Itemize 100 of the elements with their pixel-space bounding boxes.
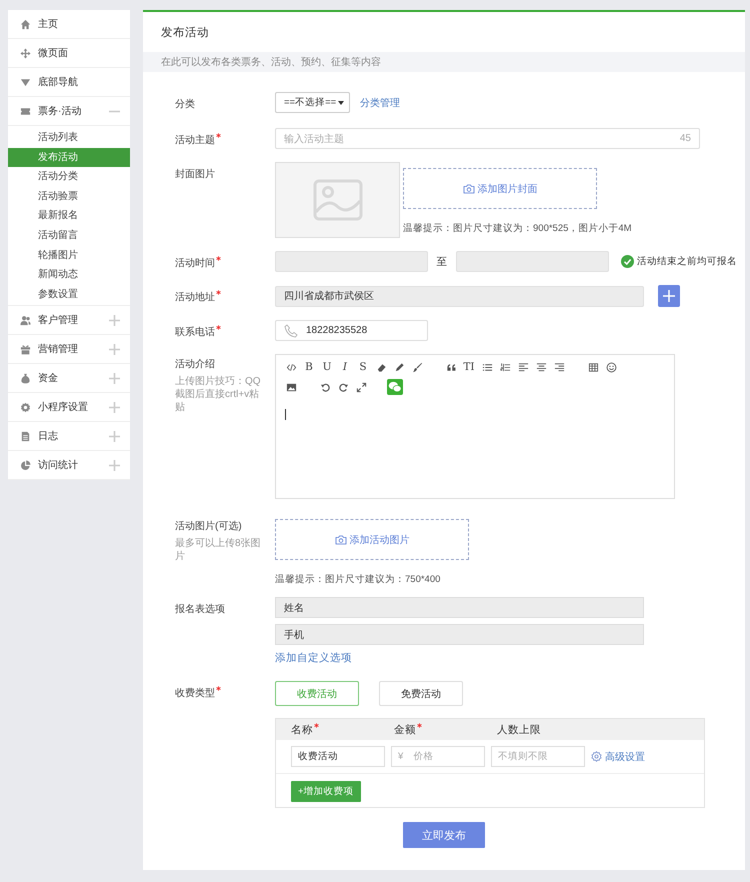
align-center-icon — [536, 362, 546, 372]
ol-icon — [500, 362, 510, 372]
rich-text-editor[interactable]: B U I S TI — [275, 354, 675, 499]
category-link[interactable]: 分类管理 — [360, 96, 400, 110]
column-header: 人数上限 — [497, 722, 542, 736]
required-asterisk-icon — [216, 256, 221, 261]
required-asterisk-icon — [216, 290, 221, 295]
menu-item-icon — [20, 76, 31, 88]
cover-upload[interactable]: 添加图片封面 — [403, 168, 597, 209]
quote-icon — [446, 362, 456, 372]
plus-icon — [109, 402, 120, 413]
add-button[interactable] — [658, 285, 680, 307]
format-button[interactable]: I — [336, 359, 354, 375]
add-option-link[interactable]: 添加自定义选项 — [275, 651, 644, 665]
submenu-item[interactable]: 活动留言 — [8, 226, 130, 246]
field-label: 报名表选项 — [175, 602, 226, 616]
align-right-icon — [554, 362, 564, 372]
sidebar-item[interactable]: 营销管理 — [8, 335, 130, 364]
field-label: 活动时间 — [175, 256, 275, 270]
field-label: 联系电话 — [175, 325, 275, 339]
sidebar-item[interactable]: 主页 — [8, 10, 130, 39]
signup-field[interactable]: 手机 — [275, 624, 644, 645]
fullscreen-icon — [356, 382, 366, 392]
submenu-item[interactable]: 活动分类 — [8, 167, 130, 187]
char-counter: 45 — [680, 133, 691, 144]
menu-item-icon — [20, 48, 31, 58]
page-title: 发布活动 — [161, 26, 209, 40]
field-label: 收费类型 — [175, 686, 275, 700]
page-subtitle: 在此可以发布各类票务、活动、预约、征集等内容 — [161, 56, 381, 69]
plus-icon — [109, 372, 120, 384]
sidebar-item[interactable]: 资金 — [8, 364, 130, 394]
column-header: 金额 — [394, 722, 497, 736]
brush-icon — [412, 362, 422, 372]
required-asterisk-icon — [216, 133, 221, 138]
field-label: 活动地址 — [175, 290, 275, 304]
table-icon — [588, 362, 598, 372]
format-button[interactable]: S — [354, 359, 372, 375]
gear-icon — [591, 751, 602, 762]
menu-item-icon — [20, 372, 31, 384]
undo-icon — [320, 382, 330, 392]
camera-icon — [462, 184, 474, 194]
fee-type-option[interactable]: 免费活动 — [379, 681, 463, 706]
submenu-item[interactable]: 参数设置 — [8, 284, 130, 304]
sidebar-item[interactable]: 底部导航 — [8, 68, 130, 97]
format-button[interactable]: U — [318, 359, 336, 375]
menu-item-icon — [20, 314, 31, 326]
phone-field[interactable]: 18228235528 — [275, 320, 428, 341]
sidebar-item[interactable]: 票务·活动 — [8, 97, 130, 126]
menu-item-icon — [20, 430, 31, 442]
start-time-field[interactable] — [275, 251, 428, 272]
gallery-upload[interactable]: 添加活动图片 — [275, 519, 469, 560]
fee-name-field[interactable]: 收费活动 — [291, 746, 385, 767]
advanced-settings-link[interactable]: 高级设置 — [605, 750, 645, 764]
caret-icon — [338, 100, 344, 104]
align-left-icon — [518, 362, 528, 372]
paste-hint: 上传图片技巧：QQ截图后直接crtl+v粘贴 — [175, 375, 262, 414]
field-label: 活动主题 — [175, 133, 275, 147]
field-label: 活动介绍 — [175, 358, 216, 371]
image-icon — [312, 179, 362, 221]
submenu-item[interactable]: 轮播图片 — [8, 246, 130, 266]
plus-icon — [662, 289, 676, 303]
sidebar-item[interactable]: 日志 — [8, 422, 130, 452]
upload-limit-hint: 最多可以上传8张图片 — [175, 537, 262, 563]
format-button[interactable]: TI — [460, 359, 478, 375]
submenu-item[interactable]: 活动列表 — [8, 128, 130, 148]
submenu-item[interactable]: 新闻动态 — [8, 265, 130, 285]
image-icon — [286, 382, 296, 392]
submenu-item[interactable]: 发布活动 — [8, 148, 130, 168]
ul-icon — [482, 362, 492, 372]
format-button[interactable]: B — [300, 359, 318, 375]
range-separator: 至 — [436, 254, 448, 268]
menu-item-icon — [20, 18, 31, 30]
menu-item-icon — [20, 344, 31, 355]
phone-icon — [284, 324, 298, 338]
plus-icon — [109, 430, 120, 442]
submenu-item[interactable]: 最新报名 — [8, 206, 130, 226]
column-header: 名称 — [291, 722, 394, 736]
upload-hint: 温馨提示：图片尺寸建议为：900*525，图片小于4M — [403, 222, 632, 235]
plus-icon — [109, 460, 120, 471]
menu-item-icon — [20, 402, 31, 413]
signup-field[interactable]: 姓名 — [275, 597, 644, 618]
required-asterisk-icon — [216, 325, 221, 330]
required-asterisk-icon — [216, 686, 221, 691]
end-time-field[interactable] — [456, 251, 609, 272]
sidebar-item[interactable]: 访问统计 — [8, 451, 130, 480]
pencil-icon — [394, 362, 404, 372]
plus-icon — [109, 344, 120, 355]
upload-hint: 温馨提示：图片尺寸建议为：750*400 — [275, 573, 442, 586]
submenu-item[interactable]: 活动验票 — [8, 186, 130, 206]
camera-icon — [334, 534, 346, 544]
sidebar-item[interactable]: 微页面 — [8, 39, 130, 68]
emoji-icon — [606, 362, 616, 372]
sidebar-item[interactable]: 客户管理 — [8, 306, 130, 336]
required-asterisk-icon — [417, 722, 422, 728]
address-field[interactable]: 四川省成都市武侯区 — [275, 286, 644, 306]
sidebar-item[interactable]: 小程序设置 — [8, 393, 130, 422]
eraser-icon — [376, 362, 386, 372]
code-icon — [286, 362, 296, 372]
field-label: 封面图片 — [175, 168, 216, 181]
category-select[interactable]: ==不选择== — [275, 92, 350, 113]
